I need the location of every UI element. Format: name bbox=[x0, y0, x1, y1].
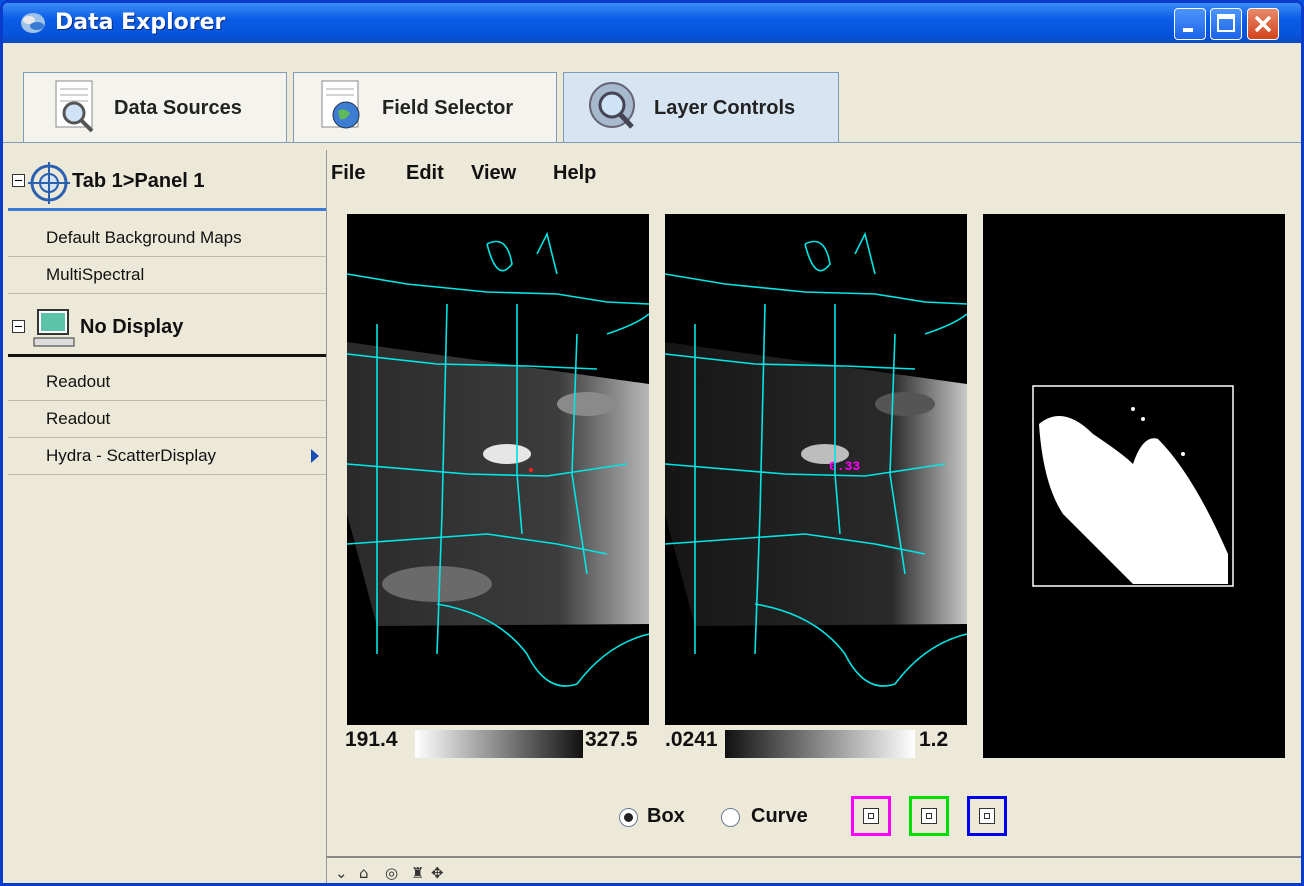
layer-tree: Tab 1>Panel 1 Default Background Maps Mu… bbox=[8, 150, 327, 883]
window-title: Data Explorer bbox=[55, 10, 226, 35]
data-explorer-window: Data Explorer Data Sources Field Selecto… bbox=[0, 0, 1304, 886]
data-sources-icon bbox=[55, 80, 94, 133]
list-item[interactable]: Default Background Maps bbox=[8, 220, 326, 257]
menu-help[interactable]: Help bbox=[553, 162, 596, 185]
item-label: Readout bbox=[46, 372, 111, 391]
selector-icon bbox=[979, 808, 995, 824]
arrow-right-icon bbox=[311, 449, 319, 463]
menu-view[interactable]: View bbox=[471, 162, 516, 185]
list-item[interactable]: MultiSpectral bbox=[8, 257, 326, 294]
selector-icon bbox=[863, 808, 879, 824]
scatter-plot bbox=[1032, 385, 1234, 587]
colorbar-min: .0241 bbox=[665, 728, 718, 751]
computer-display-icon bbox=[33, 309, 75, 347]
toolbar-bottom: ⌄ ⌂ ◎ ♜ ✥ bbox=[327, 856, 1301, 883]
tab-label: Layer Controls bbox=[654, 97, 796, 119]
item-label: MultiSpectral bbox=[46, 265, 145, 284]
colorbar-min: 191.4 bbox=[345, 728, 398, 751]
map-view-icon bbox=[28, 162, 70, 204]
home-icon[interactable]: ⌂ bbox=[359, 864, 369, 882]
close-button[interactable] bbox=[1247, 8, 1279, 40]
item-label: Readout bbox=[46, 409, 111, 428]
app-icon bbox=[21, 13, 45, 33]
item-label: Default Background Maps bbox=[46, 228, 242, 247]
menu-edit[interactable]: Edit bbox=[406, 162, 444, 185]
group-label: No Display bbox=[80, 316, 184, 338]
layer-controls-icon bbox=[589, 82, 635, 129]
box-radio[interactable] bbox=[619, 808, 638, 827]
title-bar[interactable]: Data Explorer bbox=[3, 3, 1301, 43]
field-selector-icon bbox=[321, 80, 360, 129]
tab-layer-controls[interactable]: Layer Controls bbox=[563, 72, 839, 143]
box-label: Box bbox=[647, 805, 685, 827]
curve-label: Curve bbox=[751, 805, 808, 827]
list-item[interactable]: Hydra - ScatterDisplay bbox=[8, 438, 326, 475]
colorbar-middle: .0241 1.2 bbox=[665, 726, 971, 758]
menu-file[interactable]: File bbox=[331, 162, 365, 185]
colorbar-max: 327.5 bbox=[585, 728, 638, 751]
colorbar-gradient bbox=[415, 730, 583, 758]
scatter-panel[interactable] bbox=[983, 214, 1285, 758]
tab-divider bbox=[3, 142, 1301, 143]
menu-bar: File Edit View Help bbox=[327, 150, 1301, 194]
selector-magenta-button[interactable] bbox=[851, 796, 891, 836]
collapse-icon[interactable]: ⌄ bbox=[335, 864, 348, 882]
minimize-icon bbox=[1183, 28, 1193, 32]
selector-green-button[interactable] bbox=[909, 796, 949, 836]
tab-field-selector[interactable]: Field Selector bbox=[293, 72, 557, 143]
list-item[interactable]: Readout bbox=[8, 401, 326, 438]
display-area: File Edit View Help 191.4 327.5 0.33 .02… bbox=[327, 150, 1301, 883]
tree-group-panel[interactable]: Tab 1>Panel 1 bbox=[8, 156, 326, 211]
tab-label: Field Selector bbox=[382, 97, 514, 119]
tab-data-sources[interactable]: Data Sources bbox=[23, 72, 287, 143]
image-panel-middle[interactable]: 0.33 bbox=[664, 214, 968, 725]
item-label: Hydra - ScatterDisplay bbox=[46, 446, 217, 465]
tab-label: Data Sources bbox=[114, 97, 242, 119]
colorbar-max: 1.2 bbox=[919, 728, 949, 751]
curve-radio[interactable] bbox=[721, 808, 740, 827]
collapse-toggle[interactable] bbox=[12, 320, 25, 333]
satellite-image-middle: 0.33 bbox=[664, 231, 968, 687]
colorbar-gradient bbox=[725, 730, 915, 758]
readout-value: 0.33 bbox=[829, 459, 860, 474]
collapse-toggle[interactable] bbox=[12, 174, 25, 187]
close-icon bbox=[1254, 15, 1272, 33]
content-area: Tab 1>Panel 1 Default Background Maps Mu… bbox=[3, 145, 1301, 883]
trash-icon[interactable]: ♜ bbox=[411, 864, 424, 882]
maximize-button[interactable] bbox=[1210, 8, 1242, 40]
selector-blue-button[interactable] bbox=[967, 796, 1007, 836]
pan-icon[interactable]: ✥ bbox=[431, 864, 444, 882]
image-panel-left[interactable] bbox=[346, 214, 650, 725]
group-label: Tab 1>Panel 1 bbox=[72, 170, 205, 192]
colorbar-left: 191.4 327.5 bbox=[345, 726, 651, 758]
globe-icon[interactable]: ◎ bbox=[385, 864, 398, 882]
list-item[interactable]: Readout bbox=[8, 364, 326, 401]
selection-controls: Box Curve bbox=[327, 786, 1301, 846]
tree-group-display[interactable]: No Display bbox=[8, 302, 326, 357]
minimize-button[interactable] bbox=[1174, 8, 1206, 40]
tab-bar: Data Sources Field Selector Layer Contro… bbox=[3, 43, 1301, 145]
maximize-icon bbox=[1217, 14, 1235, 32]
satellite-image-left bbox=[346, 231, 650, 687]
selector-icon bbox=[921, 808, 937, 824]
